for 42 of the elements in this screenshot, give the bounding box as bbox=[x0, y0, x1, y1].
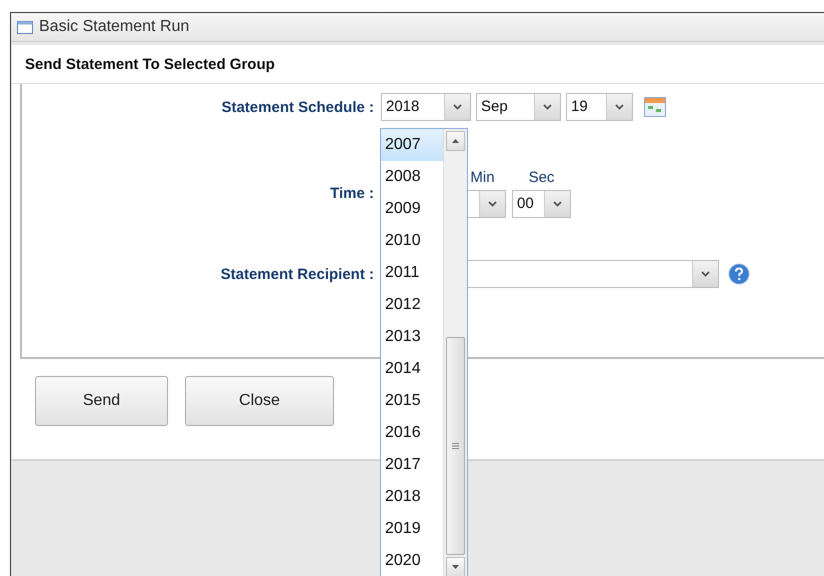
year-option[interactable]: 2020 bbox=[381, 545, 443, 576]
panel-title: Send Statement To Selected Group bbox=[12, 45, 824, 84]
year-option[interactable]: 2017 bbox=[381, 449, 443, 481]
year-select[interactable]: 2018 bbox=[381, 93, 471, 121]
window-title: Basic Statement Run bbox=[39, 18, 190, 36]
year-option[interactable]: 2018 bbox=[381, 481, 443, 513]
field-label: Statement Schedule : bbox=[220, 98, 375, 116]
second-select[interactable]: 00 bbox=[512, 190, 571, 218]
second-label: Sec bbox=[528, 169, 554, 186]
send-button[interactable]: Send bbox=[35, 376, 168, 426]
down-arrow-icon bbox=[452, 565, 459, 569]
year-option[interactable]: 2008 bbox=[381, 161, 443, 193]
scrollbar-thumb[interactable] bbox=[446, 337, 465, 555]
month-select[interactable]: Sep bbox=[476, 93, 561, 121]
caret-icon bbox=[453, 104, 462, 110]
year-option[interactable]: 2016 bbox=[381, 417, 443, 449]
day-select[interactable]: 19 bbox=[566, 93, 633, 121]
caret-icon bbox=[615, 104, 624, 110]
caret-icon bbox=[701, 271, 710, 277]
year-option[interactable]: 2009 bbox=[381, 193, 443, 225]
calendar-icon[interactable] bbox=[644, 97, 666, 117]
year-option[interactable]: 2011 bbox=[381, 257, 443, 289]
scroll-up-button[interactable] bbox=[446, 131, 465, 151]
close-button[interactable]: Close bbox=[185, 376, 334, 426]
grip-icon bbox=[452, 443, 459, 449]
year-option[interactable]: 2015 bbox=[381, 385, 443, 417]
year-option[interactable]: 2012 bbox=[381, 289, 443, 321]
year-option[interactable]: 2019 bbox=[381, 513, 443, 545]
year-option[interactable]: 2014 bbox=[381, 353, 443, 385]
field-label: Time : bbox=[329, 185, 375, 202]
year-option[interactable]: 2007 bbox=[381, 129, 443, 161]
up-arrow-icon bbox=[452, 139, 459, 143]
caret-icon bbox=[488, 201, 497, 207]
field-label: Statement Recipient : bbox=[220, 266, 375, 282]
year-option[interactable]: 2013 bbox=[381, 321, 443, 353]
minute-label: Min bbox=[470, 169, 495, 186]
scroll-down-button[interactable] bbox=[446, 557, 465, 576]
year-option[interactable]: 2010 bbox=[381, 225, 443, 257]
help-icon[interactable] bbox=[728, 263, 750, 285]
caret-icon bbox=[543, 104, 552, 110]
caret-icon bbox=[553, 201, 562, 207]
window-icon bbox=[17, 20, 33, 34]
